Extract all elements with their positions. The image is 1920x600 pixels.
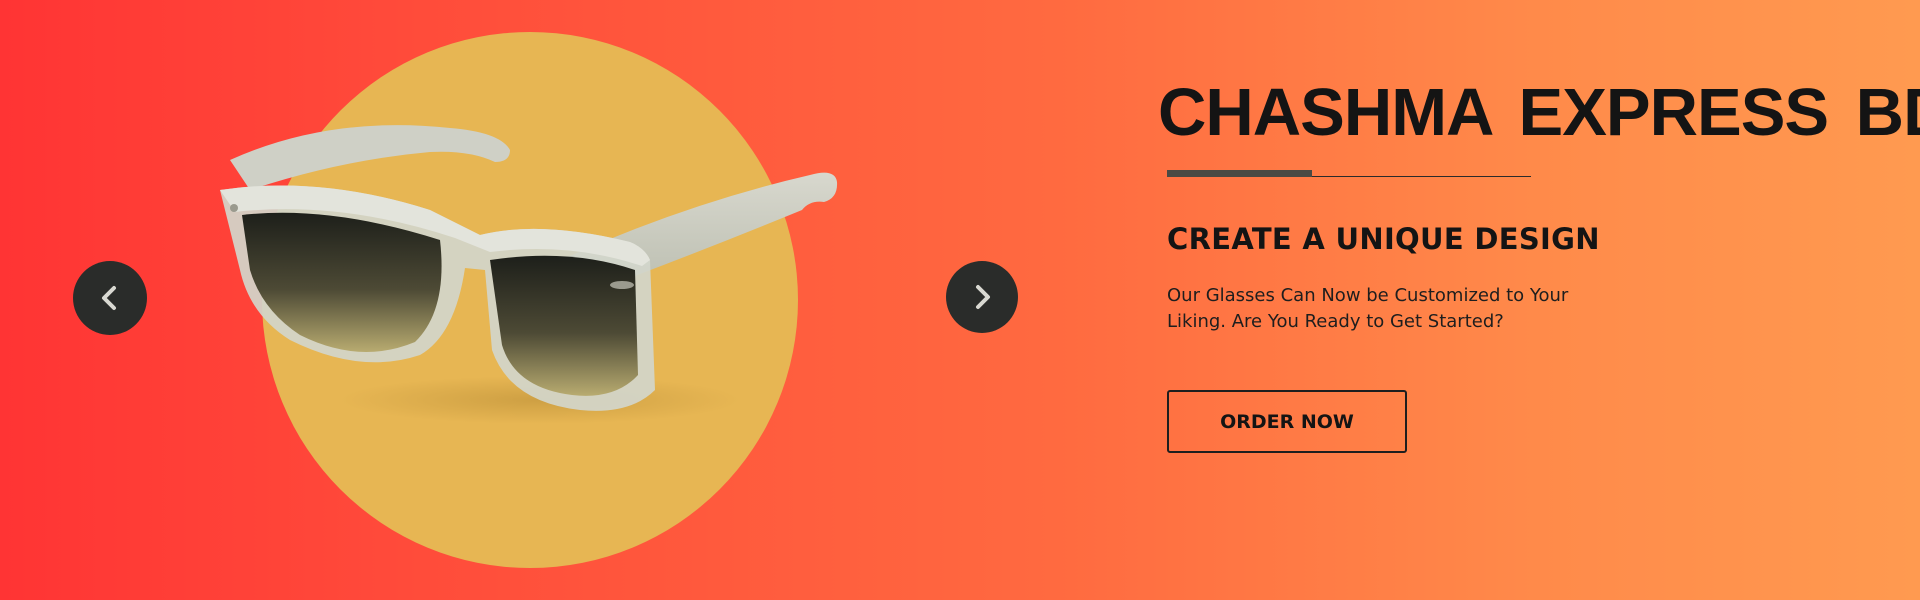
title-divider	[1167, 170, 1531, 178]
carousel-next-button[interactable]	[946, 261, 1018, 333]
divider-accent	[1167, 170, 1312, 177]
tagline: Our Glasses Can Now be Customized to You…	[1167, 285, 1569, 332]
hero-banner: CHASHMA EXPRESS BD CREATE A UNIQUE DESIG…	[0, 0, 1920, 600]
brand-title: CHASHMA EXPRESS BD	[1158, 75, 1920, 150]
order-now-button[interactable]: ORDER NOW	[1167, 390, 1407, 453]
chevron-right-icon	[976, 285, 990, 309]
sunglasses-product-image	[220, 125, 838, 424]
chevron-left-icon	[102, 286, 116, 310]
headline: CREATE A UNIQUE DESIGN	[1167, 222, 1600, 256]
carousel-prev-button[interactable]	[73, 261, 147, 335]
